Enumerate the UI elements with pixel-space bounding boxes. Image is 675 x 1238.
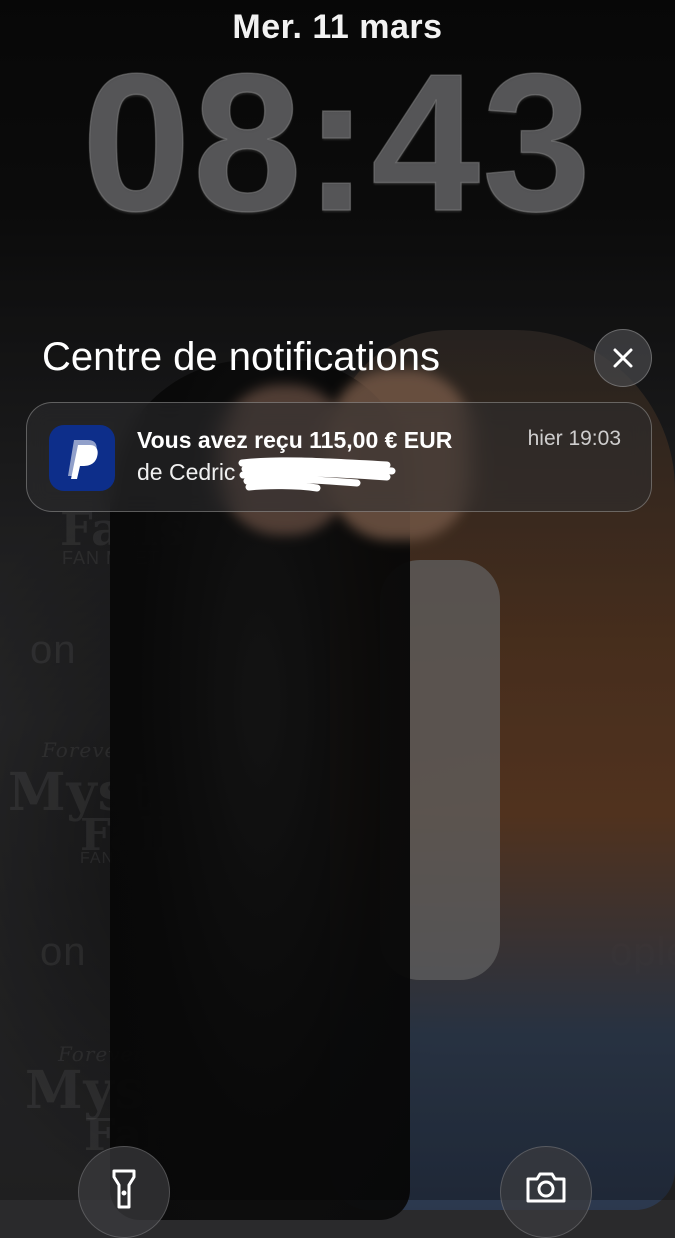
camera-button[interactable] <box>500 1146 592 1238</box>
paypal-icon <box>68 440 98 479</box>
notification-body: de Cedric <box>137 459 236 485</box>
flashlight-button[interactable] <box>78 1146 170 1238</box>
close-button[interactable] <box>594 329 652 387</box>
notification-card[interactable]: Vous avez reçu 115,00 € EUR de Cedric hi… <box>26 402 652 512</box>
close-icon <box>613 348 633 368</box>
lockscreen-clock: 08:43 <box>81 33 594 252</box>
notification-center-title: Centre de notifications <box>42 335 441 379</box>
flashlight-icon <box>112 1169 136 1209</box>
redaction-scribble <box>238 457 396 492</box>
notification-title: Vous avez reçu 115,00 € EUR <box>137 427 453 453</box>
notification-time: hier 19:03 <box>527 427 621 450</box>
paypal-app-icon <box>49 425 115 491</box>
